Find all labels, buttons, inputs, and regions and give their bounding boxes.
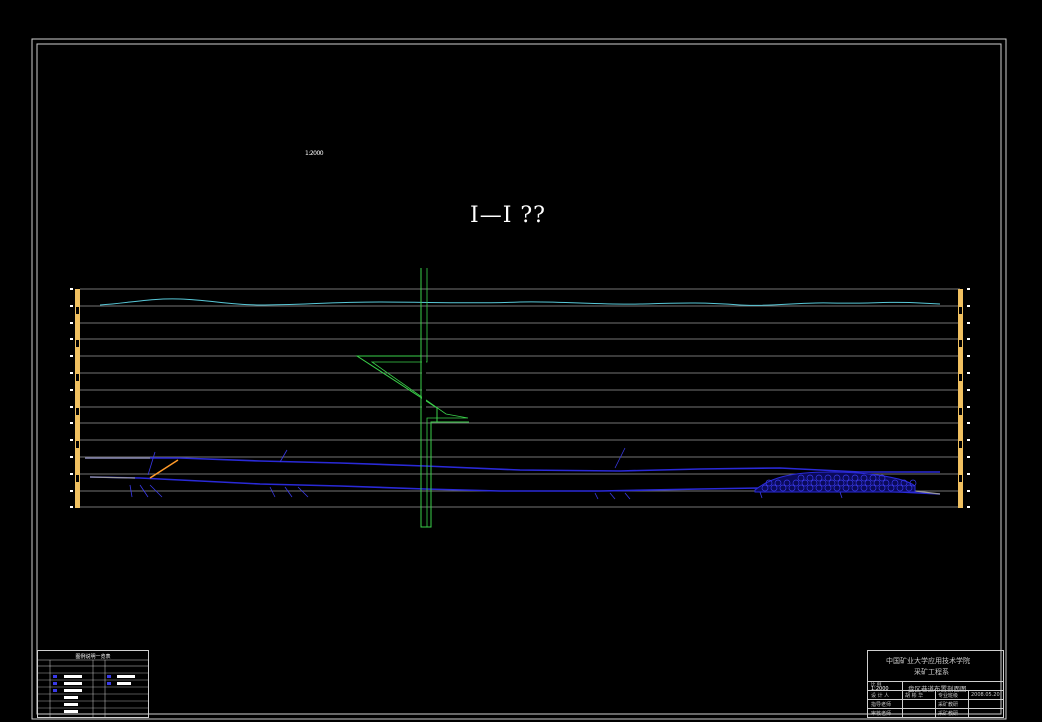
inclined-drift [149,459,179,479]
ruler-tick-label [70,288,73,290]
cad-drawing-canvas: 1:2000 I—I ?? 图例说明一览表 中国矿业大学应用技术学院 采矿工程系… [0,0,1042,722]
designer-name: 胡 彬 华 [905,693,924,699]
advisor-label: 指导老师 [871,702,892,708]
ruler-segment [76,324,79,331]
coal-seam-upper [85,457,940,473]
ruler-tick-label [70,406,73,408]
ground-surface-line [99,298,941,306]
ruler-segment [76,374,79,381]
annotation-leader [269,486,276,498]
teaching-group-label: 采矿教研 [938,702,959,708]
annotation-leader [759,491,763,499]
ruler-segment [76,357,79,364]
ruler-tick-label [70,305,73,307]
legend-table: 图例说明一览表 [37,650,149,718]
ruler-segment [76,307,79,314]
ruler-segment [959,374,962,381]
ruler-tick-label [967,322,970,324]
ruler-segment [959,290,962,297]
ruler-tick-label [70,473,73,475]
ruler-tick-label [70,422,73,424]
ruler-segment [959,458,962,465]
ruler-segment [76,408,79,415]
ruler-tick-label [967,372,970,374]
annotation-leader [297,486,309,498]
title-block: 中国矿业大学应用技术学院 采矿工程系 盘区巷道布置剖面图 比 例 1:2000 … [867,650,1004,718]
date-value: 2008.05.20 [971,692,1000,698]
ruler-segment [959,441,962,448]
section-title: I—I ?? [470,203,546,228]
annotation-leader [609,492,616,500]
department-name: 采矿工程系 [914,668,949,676]
ruler-segment [959,475,962,482]
ruler-segment [959,391,962,398]
class-label: 专业班级 [938,693,959,699]
ruler-tick-label [967,338,970,340]
annotation-leader [279,449,288,463]
ruler-segment [959,340,962,347]
ruler-segment [959,424,962,431]
ruler-segment [959,357,962,364]
teaching-group-label-2: 采矿教研 [938,711,959,717]
ruler-segment [959,408,962,415]
ruler-tick-label [967,490,970,492]
ruler-segment [959,307,962,314]
annotation-leader [839,491,843,499]
outer-frame [31,38,1007,720]
ruler-tick-label [70,322,73,324]
designer-label: 设 计 人 [871,693,890,699]
ruler-segment [76,508,79,515]
ruler-tick-label [70,389,73,391]
ruler-segment [76,441,79,448]
ruler-tick-label [70,439,73,441]
ruler-tick-label [967,305,970,307]
ruler-segment [76,340,79,347]
ruler-tick-label [70,506,73,508]
ruler-segment [959,508,962,515]
ruler-segment [76,290,79,297]
scale-note: 1:2000 [305,150,324,157]
ruler-segment [76,458,79,465]
ruler-segment [959,492,962,499]
annotation-leader [614,447,626,469]
ruler-tick-label [967,389,970,391]
ruler-tick-label [967,355,970,357]
ruler-tick-label [967,506,970,508]
caved-zone [754,471,917,493]
ruler-segment [76,492,79,499]
ruler-segment [76,424,79,431]
ruler-tick-label [967,406,970,408]
ruler-tick-label [967,473,970,475]
ruler-segment [959,324,962,331]
ruler-tick-label [967,288,970,290]
annotation-leader [147,451,156,476]
inner-frame [36,43,1002,715]
ruler-tick-label [967,439,970,441]
ruler-tick-label [70,338,73,340]
ruler-tick-label [70,456,73,458]
reviewer-label: 审核老师 [871,711,892,717]
fault-gap-mask [422,360,426,418]
ruler-segment [76,391,79,398]
annotation-leader [284,486,293,498]
ruler-tick-label [70,372,73,374]
ruler-tick-label [967,422,970,424]
ruler-segment [76,475,79,482]
ruler-tick-label [70,355,73,357]
annotation-leader [624,492,631,500]
institution-name: 中国矿业大学应用技术学院 [886,657,970,665]
ruler-tick-label [967,456,970,458]
ruler-tick-label [70,490,73,492]
annotation-leader [594,492,599,500]
